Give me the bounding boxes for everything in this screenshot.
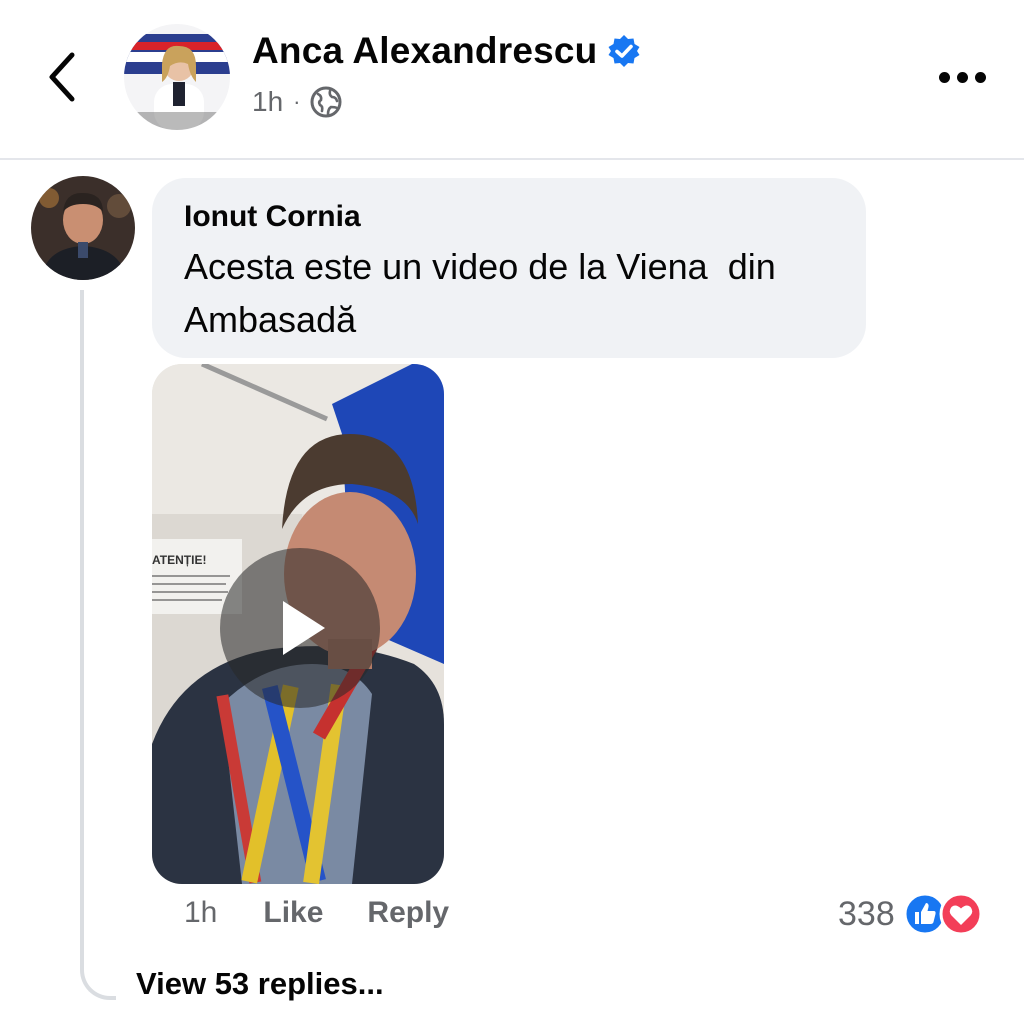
reply-button[interactable]: Reply bbox=[367, 896, 449, 930]
commenter-avatar[interactable] bbox=[31, 176, 135, 280]
page-title[interactable]: Anca Alexandrescu bbox=[252, 30, 641, 72]
page-avatar[interactable] bbox=[124, 24, 230, 130]
more-dots-icon bbox=[974, 71, 986, 83]
more-options-button[interactable] bbox=[930, 62, 994, 92]
comment-bubble[interactable]: Ionut Cornia Acesta este un video de la … bbox=[152, 178, 866, 358]
comment-thread-screen: Anca Alexandrescu 1h · Ionut Cornia Aces… bbox=[0, 0, 1024, 1014]
thread-connector-line bbox=[80, 290, 116, 1000]
like-button[interactable]: Like bbox=[263, 896, 323, 930]
chevron-left-icon bbox=[49, 52, 75, 102]
reaction-summary[interactable]: 338 bbox=[838, 892, 983, 936]
meta-separator: · bbox=[293, 89, 301, 114]
video-sign-text: ATENȚIE! bbox=[152, 553, 206, 567]
comment-author[interactable]: Ionut Cornia bbox=[184, 200, 361, 234]
comment-text: Acesta este un video de la Viena din Amb… bbox=[184, 246, 776, 340]
love-reaction-icon bbox=[939, 892, 983, 936]
view-replies-link[interactable]: View 53 replies... bbox=[136, 966, 384, 1002]
play-icon bbox=[283, 601, 325, 655]
post-header: Anca Alexandrescu 1h · bbox=[0, 0, 1024, 160]
post-time[interactable]: 1h bbox=[252, 86, 283, 118]
video-play-button[interactable] bbox=[220, 548, 380, 708]
author-name[interactable]: Anca Alexandrescu bbox=[252, 30, 597, 72]
post-meta: 1h · bbox=[252, 86, 342, 118]
globe-icon[interactable] bbox=[310, 86, 342, 118]
comment-actions: 1h Like Reply bbox=[184, 896, 449, 930]
back-button[interactable] bbox=[38, 48, 86, 106]
more-dots-icon bbox=[956, 71, 968, 83]
verified-badge-icon bbox=[607, 34, 641, 68]
more-dots-icon bbox=[938, 71, 950, 83]
comment-time[interactable]: 1h bbox=[184, 896, 217, 930]
reaction-count[interactable]: 338 bbox=[838, 895, 895, 934]
